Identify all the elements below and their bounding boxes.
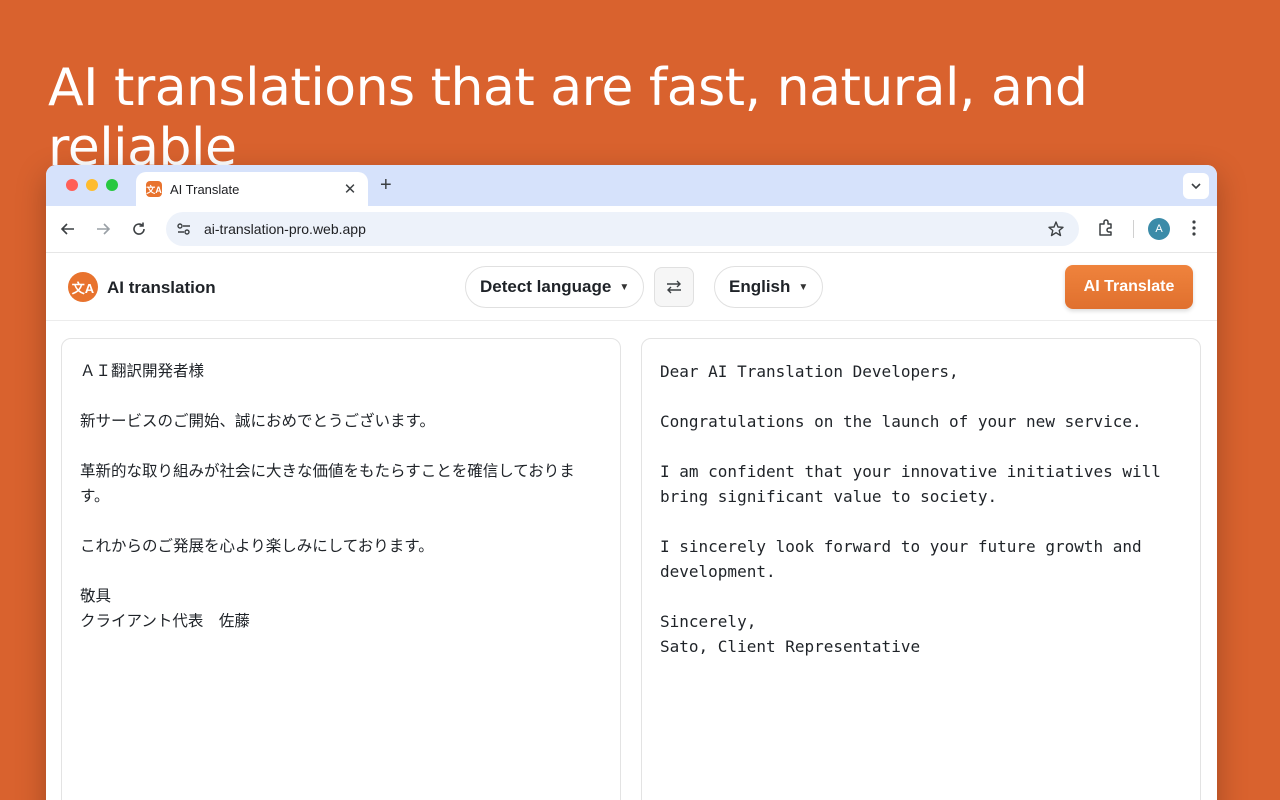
tab-strip: 文A AI Translate ✕ +	[46, 165, 1217, 206]
profile-avatar[interactable]: A	[1148, 218, 1170, 240]
app-header: 文A AI translation Detect language ▼ Engl…	[46, 253, 1217, 321]
text-line: Sato, Client Representative	[660, 637, 921, 656]
avatar: A	[1148, 218, 1170, 240]
source-language-label: Detect language	[480, 277, 612, 296]
tab-close-icon[interactable]: ✕	[342, 180, 358, 198]
text-line	[660, 434, 1182, 459]
tab-favicon-icon: 文A	[146, 181, 162, 197]
site-settings-icon[interactable]	[176, 221, 192, 237]
text-line	[80, 384, 602, 409]
text-line: す。	[80, 487, 110, 505]
text-line	[80, 559, 602, 584]
tab-search-chevron-icon[interactable]	[1183, 173, 1209, 199]
translation-panes: ＡＩ翻訳開発者様新サービスのご開始、誠におめでとうございます。革新的な取り組みが…	[46, 321, 1217, 800]
target-language-label: English	[729, 277, 791, 296]
address-bar[interactable]: ai-translation-pro.web.app	[166, 212, 1079, 246]
text-line: Congratulations on the launch of your ne…	[660, 412, 1142, 431]
text-line: I am confident that your innovative init…	[660, 462, 1161, 481]
text-line	[80, 434, 602, 459]
close-window-button[interactable]	[66, 179, 78, 191]
text-line: Sincerely,	[660, 612, 757, 631]
tab-title: AI Translate	[170, 181, 240, 197]
new-tab-icon[interactable]: +	[380, 174, 392, 197]
text-line	[660, 509, 1182, 534]
bookmark-star-icon[interactable]	[1047, 220, 1065, 243]
text-line: ＡＩ翻訳開発者様	[80, 362, 205, 380]
text-line: これからのご発展を心より楽しみにしております。	[80, 537, 434, 555]
forward-arrow-icon[interactable]	[93, 219, 113, 239]
back-arrow-icon[interactable]	[58, 219, 78, 239]
reload-icon[interactable]	[129, 219, 149, 239]
text-line	[80, 509, 602, 534]
target-language-select[interactable]: English ▼	[714, 266, 824, 308]
browser-window: 文A AI Translate ✕ + ai-translation-pro.w…	[46, 165, 1217, 800]
source-language-select[interactable]: Detect language ▼	[465, 266, 645, 308]
extensions-icon[interactable]	[1096, 218, 1116, 243]
source-text-area[interactable]: ＡＩ翻訳開発者様新サービスのご開始、誠におめでとうございます。革新的な取り組みが…	[61, 338, 621, 800]
text-line: development.	[660, 562, 776, 581]
text-line: 革新的な取り組みが社会に大きな価値をもたらすことを確信しておりま	[80, 462, 575, 480]
text-line: クライアント代表 佐藤	[80, 612, 250, 630]
text-line	[660, 584, 1182, 609]
text-line: 敬具	[80, 587, 112, 605]
maximize-window-button[interactable]	[106, 179, 118, 191]
caret-down-icon: ▼	[619, 281, 630, 293]
text-line: I sincerely look forward to your future …	[660, 537, 1142, 556]
hero-headline: AI translations that are fast, natural, …	[48, 58, 1088, 178]
browser-tab-active[interactable]: 文A AI Translate ✕	[136, 172, 368, 206]
toolbar-separator	[1133, 220, 1134, 238]
url-text: ai-translation-pro.web.app	[204, 221, 366, 237]
ai-translate-button[interactable]: AI Translate	[1065, 265, 1193, 309]
minimize-window-button[interactable]	[86, 179, 98, 191]
caret-down-icon: ▼	[798, 281, 809, 293]
more-menu-icon[interactable]	[1186, 218, 1202, 243]
app-logo-icon: 文A	[68, 272, 98, 302]
window-controls	[66, 179, 118, 191]
swap-languages-icon[interactable]	[654, 267, 694, 307]
app-name: AI translation	[107, 278, 216, 297]
text-line: Dear AI Translation Developers,	[660, 362, 959, 381]
text-line	[660, 384, 1182, 409]
browser-toolbar: ai-translation-pro.web.app A	[46, 206, 1217, 253]
text-line: 新サービスのご開始、誠におめでとうございます。	[80, 412, 435, 430]
text-line: bring significant value to society.	[660, 487, 998, 506]
translated-text-area[interactable]: Dear AI Translation Developers, Congratul…	[641, 338, 1201, 800]
